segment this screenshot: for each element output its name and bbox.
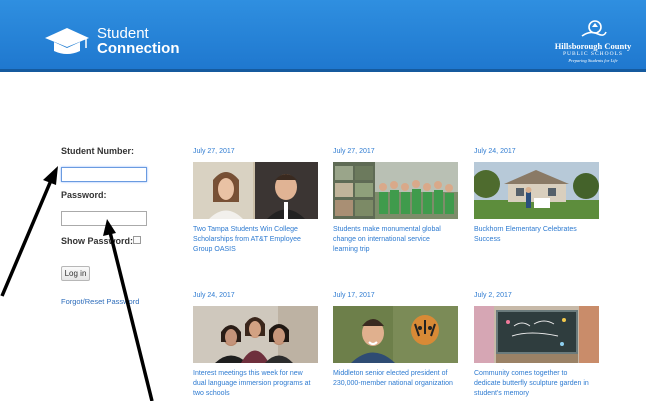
news-item[interactable]: July 24, 2017 Buckhorn Elementary Celebr… — [474, 148, 599, 258]
news-photo-three-women[interactable] — [193, 306, 318, 363]
student-number-input[interactable] — [61, 167, 147, 182]
news-item[interactable]: July 27, 2017 Two Tampa Students Win Col… — [193, 148, 318, 258]
district-name: Hillsborough County — [554, 41, 632, 51]
news-date: July 24, 2017 — [474, 148, 516, 155]
arrow-to-password — [103, 219, 154, 401]
arrow-to-student-number — [0, 166, 58, 297]
news-photo-service-trip-group[interactable] — [333, 162, 458, 219]
news-title[interactable]: Community comes together to dedicate but… — [474, 369, 594, 399]
district-logo[interactable]: Hillsborough County PUBLIC SCHOOLS Prepa… — [550, 20, 636, 64]
news-item[interactable]: July 17, 2017 Middleton senior elected p… — [333, 292, 458, 401]
news-title[interactable]: Middleton senior elected president of 23… — [333, 369, 453, 389]
news-title[interactable]: Students make monumental global change o… — [333, 225, 453, 255]
news-date: July 27, 2017 — [193, 148, 235, 155]
district-subtitle: PUBLIC SCHOOLS — [563, 51, 623, 57]
news-title[interactable]: Buckhorn Elementary Celebrates Success — [474, 225, 594, 245]
news-photo-buckhorn-school[interactable] — [474, 162, 599, 219]
graduation-cap-icon[interactable] — [44, 26, 90, 56]
password-label: Password: — [61, 190, 107, 200]
student-number-label: Student Number: — [61, 146, 134, 156]
news-item[interactable]: July 27, 2017 Students make monumental g… — [333, 148, 458, 258]
app-title-line1: Student — [97, 25, 149, 42]
show-password-checkbox[interactable] — [133, 236, 141, 244]
news-item[interactable]: July 24, 2017 Interest meetings this wee… — [193, 292, 318, 401]
login-button[interactable]: Log in — [61, 266, 90, 281]
news-title[interactable]: Two Tampa Students Win College Scholarsh… — [193, 225, 313, 255]
news-date: July 2, 2017 — [474, 292, 512, 299]
password-input[interactable] — [61, 211, 147, 226]
show-password-label: Show Password: — [61, 236, 134, 246]
app-title-line2: Connection — [97, 40, 180, 57]
news-photo-scholarship-students[interactable] — [193, 162, 318, 219]
news-item[interactable]: July 2, 2017 Community comes together to… — [474, 292, 599, 401]
forgot-password-link[interactable]: Forgot/Reset Password — [61, 297, 139, 306]
news-date: July 24, 2017 — [193, 292, 235, 299]
district-tagline: Preparing Students for Life — [568, 58, 618, 63]
news-photo-butterfly-garden[interactable] — [474, 306, 599, 363]
news-photo-middleton-senior[interactable] — [333, 306, 458, 363]
district-emblem-icon — [581, 20, 607, 37]
news-date: July 17, 2017 — [333, 292, 375, 299]
site-header: Student Connection Hillsborough County P… — [0, 0, 646, 72]
news-title[interactable]: Interest meetings this week for new dual… — [193, 369, 313, 399]
news-date: July 27, 2017 — [333, 148, 375, 155]
app-title[interactable]: Student Connection — [97, 26, 180, 56]
